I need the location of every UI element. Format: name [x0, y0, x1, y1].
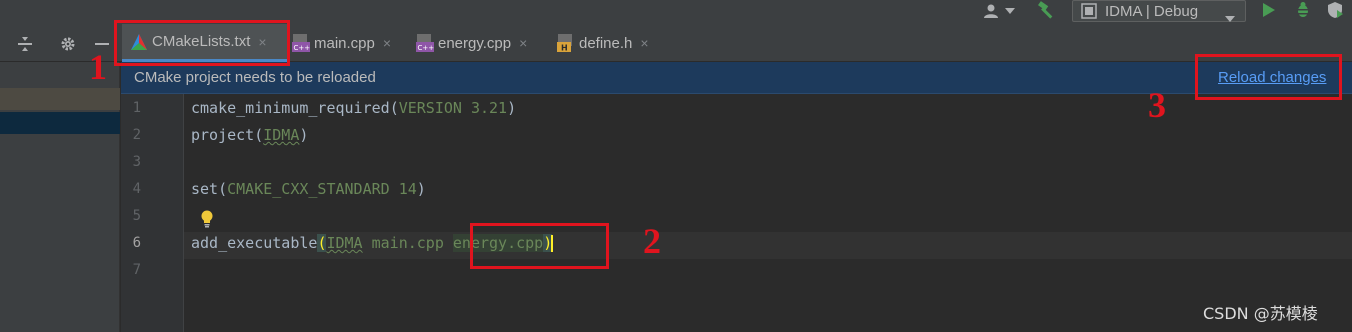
cpp-file-icon: C++ [292, 33, 310, 53]
annotation-box-1 [114, 20, 290, 66]
argument: CMAKE_CXX_STANDARD 14 [227, 180, 417, 198]
run-configuration-select[interactable]: IDMA | Debug [1072, 0, 1246, 22]
close-icon[interactable]: × [383, 35, 391, 51]
cpp-file-icon: C++ [416, 33, 434, 53]
settings-gear-icon[interactable] [59, 35, 77, 53]
line-number-current: 6 [132, 235, 141, 251]
annotation-box-3 [1195, 54, 1342, 100]
header-file-icon: H [557, 33, 575, 53]
annotation-label-3: 3 [1148, 85, 1166, 125]
argument: IDMA [263, 126, 300, 144]
lightbulb-icon[interactable] [200, 210, 214, 228]
user-icon[interactable] [982, 2, 1000, 20]
open-paren: ( [389, 99, 399, 117]
svg-text:C++: C++ [294, 44, 311, 52]
line-number: 5 [132, 208, 141, 224]
annotation-box-2 [470, 223, 609, 269]
tab-define-h[interactable]: H define.h × [557, 24, 667, 62]
close-icon[interactable]: × [640, 35, 648, 51]
argument: IDMA [326, 234, 363, 252]
build-hammer-icon[interactable] [1036, 0, 1058, 20]
function-name: cmake_minimum_required [191, 99, 390, 117]
argument: main.cpp [362, 234, 453, 252]
tree-row-selected[interactable] [0, 112, 120, 134]
function-name: project [191, 126, 255, 144]
tab-label: define.h [579, 34, 633, 52]
code-line: project(IDMA) [191, 126, 308, 144]
code-line: cmake_minimum_required(VERSION 3.21) [191, 99, 516, 117]
annotation-label-2: 2 [643, 221, 661, 261]
tab-main-cpp[interactable]: C++ main.cpp × [292, 24, 410, 62]
code-editor[interactable]: cmake_minimum_required(VERSION 3.21) pro… [184, 94, 1352, 332]
tab-energy-cpp[interactable]: C++ energy.cpp × [416, 24, 552, 62]
run-icon[interactable] [1260, 1, 1278, 19]
close-paren: ) [299, 126, 309, 144]
tab-label: main.cpp [314, 34, 375, 52]
function-name: add_executable [191, 234, 318, 252]
debug-icon[interactable] [1293, 0, 1313, 20]
line-number: 2 [132, 127, 141, 143]
editor-gutter: 1 2 3 4 5 6 7 [121, 94, 183, 332]
collapse-icon[interactable] [16, 35, 34, 53]
line-number: 4 [132, 181, 141, 197]
function-name: set [191, 180, 219, 198]
line-number: 1 [132, 100, 141, 116]
close-icon[interactable]: × [519, 35, 527, 51]
dropdown-arrow-icon[interactable] [1004, 5, 1016, 17]
svg-text:C++: C++ [418, 44, 435, 52]
watermark: CSDN @苏模棱 [1203, 304, 1318, 323]
line-number: 7 [132, 262, 141, 278]
annotation-label-1: 1 [89, 47, 107, 87]
svg-text:H: H [561, 44, 568, 53]
banner-message: CMake project needs to be reloaded [134, 69, 376, 86]
cmake-icon [1081, 3, 1097, 19]
open-paren: ( [254, 126, 264, 144]
argument: VERSION 3.21 [398, 99, 508, 117]
close-paren: ) [507, 99, 517, 117]
tree-row-highlighted[interactable] [0, 88, 120, 110]
open-paren: ( [218, 180, 228, 198]
close-paren: ) [416, 180, 426, 198]
run-configuration-label: IDMA | Debug [1105, 2, 1199, 20]
code-line: set(CMAKE_CXX_STANDARD 14) [191, 180, 426, 198]
coverage-icon[interactable] [1325, 0, 1345, 20]
cmake-reload-banner: CMake project needs to be reloaded Reloa… [121, 62, 1352, 94]
line-number: 3 [132, 154, 141, 170]
tab-label: energy.cpp [438, 34, 512, 52]
project-tool-window [0, 62, 120, 332]
